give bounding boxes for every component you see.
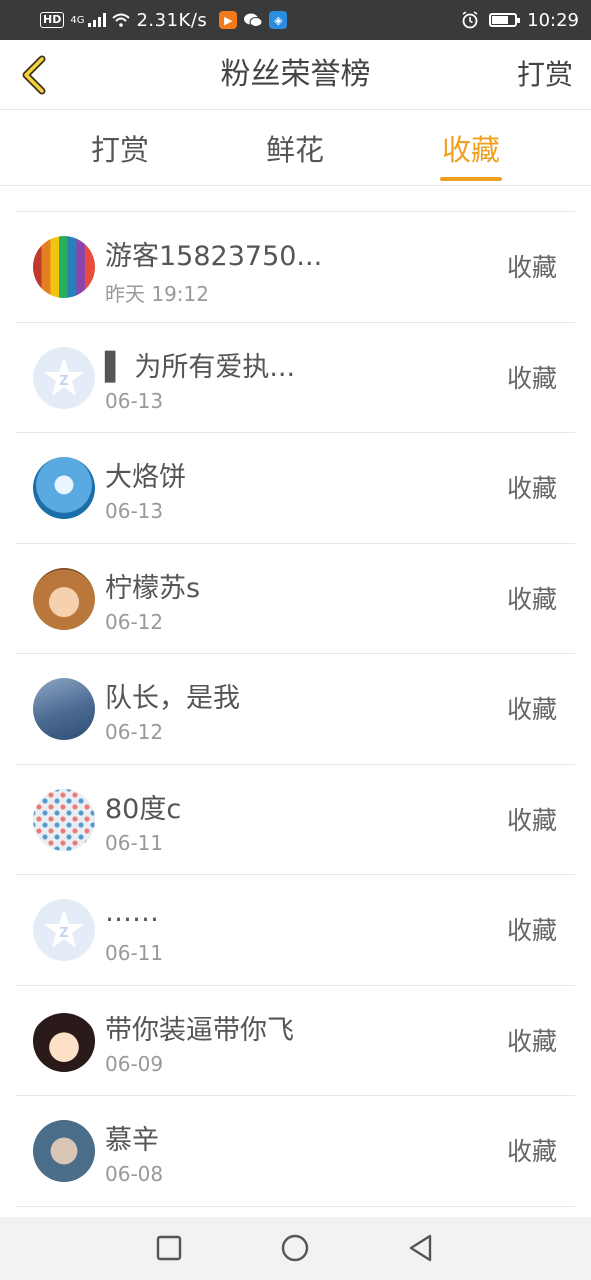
svg-text:Z: Z	[59, 374, 68, 389]
square-recent-icon[interactable]	[151, 1230, 187, 1266]
avatar	[33, 567, 95, 630]
list-item[interactable]: 柠檬苏s 06-12 收藏	[16, 544, 575, 654]
default-avatar-icon: Z	[44, 910, 84, 948]
browser-app-icon: ◈	[269, 11, 288, 29]
network-type: 4G	[70, 14, 85, 26]
list-item[interactable]: 大烙饼 06-13 收藏	[16, 433, 575, 544]
action-label: 收藏	[506, 584, 557, 614]
list-item[interactable]: 游客15823750... 昨天 19:12 收藏	[16, 212, 575, 323]
fan-list[interactable]: 游客15823750... 昨天 19:12 收藏 Z ▌ 为所有爱执... 0…	[16, 187, 575, 1217]
tab-reward[interactable]: 打赏	[60, 111, 180, 186]
active-tab-indicator	[440, 177, 502, 181]
svg-text:Z: Z	[59, 926, 68, 941]
avatar	[33, 788, 95, 851]
user-name: 柠檬苏s	[105, 572, 201, 604]
item-time: 06-12	[105, 720, 164, 744]
avatar	[33, 236, 95, 298]
avatar: Z	[33, 346, 95, 409]
default-avatar-icon: Z	[44, 357, 84, 396]
list-item[interactable]: 队长，是我 06-12 收藏	[16, 654, 575, 765]
triangle-back-icon[interactable]	[403, 1230, 439, 1266]
system-nav-bar	[0, 1217, 591, 1280]
avatar	[33, 678, 95, 740]
action-label: 收藏	[506, 253, 557, 282]
wechat-icon	[244, 13, 263, 27]
action-label: 收藏	[506, 363, 557, 393]
item-time: 06-13	[105, 499, 164, 523]
item-time: 06-12	[105, 609, 164, 634]
action-label: 收藏	[506, 474, 557, 503]
action-label: 收藏	[506, 805, 557, 835]
list-item[interactable]: 慕辛 06-08 收藏	[16, 1096, 575, 1207]
avatar	[33, 457, 95, 519]
avatar	[33, 1120, 95, 1182]
user-name: ▌ 为所有爱执...	[105, 351, 296, 383]
item-time: 06-08	[105, 1162, 164, 1186]
circle-home-icon[interactable]	[277, 1230, 313, 1266]
user-name: 大烙饼	[105, 462, 186, 493]
list-item[interactable]: Z ▌ 为所有爱执... 06-13 收藏	[16, 323, 575, 433]
action-label: 收藏	[506, 1137, 557, 1166]
user-name: 游客15823750...	[105, 241, 323, 272]
user-name: 慕辛	[105, 1125, 159, 1156]
item-time: 06-11	[105, 830, 164, 855]
signal-icon	[88, 13, 107, 27]
user-name: 带你装逼带你飞	[105, 1014, 294, 1046]
tab-favorites[interactable]: 收藏	[411, 111, 531, 186]
list-item[interactable]: 80度c 06-11 收藏	[16, 765, 575, 875]
action-label: 收藏	[506, 916, 557, 945]
list-item[interactable]: 带你装逼带你飞 06-09 收藏	[16, 986, 575, 1096]
item-time: 06-13	[105, 388, 164, 413]
user-name: ……	[105, 897, 159, 928]
user-name: 80度c	[105, 793, 182, 825]
reward-button[interactable]: 打赏	[517, 40, 573, 110]
wifi-icon	[112, 13, 131, 27]
tab-bar: 打赏 鲜花 收藏	[0, 111, 591, 186]
action-label: 收藏	[506, 695, 557, 724]
item-time: 06-11	[105, 941, 164, 965]
network-speed: 2.31K/s	[136, 9, 208, 31]
video-app-icon: ▶	[219, 11, 238, 29]
tab-flowers[interactable]: 鲜花	[235, 111, 355, 186]
page-title: 粉丝荣誉榜	[220, 57, 371, 92]
avatar: Z	[33, 899, 95, 961]
alarm-icon	[462, 11, 478, 29]
user-name: 队长，是我	[105, 683, 240, 714]
action-label: 收藏	[506, 1026, 557, 1056]
app-header: 粉丝荣誉榜 打赏	[0, 40, 591, 110]
back-button[interactable]	[14, 53, 58, 97]
list-item-partial	[16, 187, 575, 212]
battery-icon	[489, 13, 521, 27]
list-item[interactable]: Z …… 06-11 收藏	[16, 875, 575, 986]
hd-icon: HD	[40, 12, 65, 28]
avatar	[33, 1009, 95, 1072]
status-bar: HD 4G 2.31K/s ▶ ◈ 10:29	[0, 0, 591, 40]
item-time: 昨天 19:12	[105, 282, 209, 306]
clock: 10:29	[527, 9, 579, 31]
item-time: 06-09	[105, 1051, 164, 1076]
